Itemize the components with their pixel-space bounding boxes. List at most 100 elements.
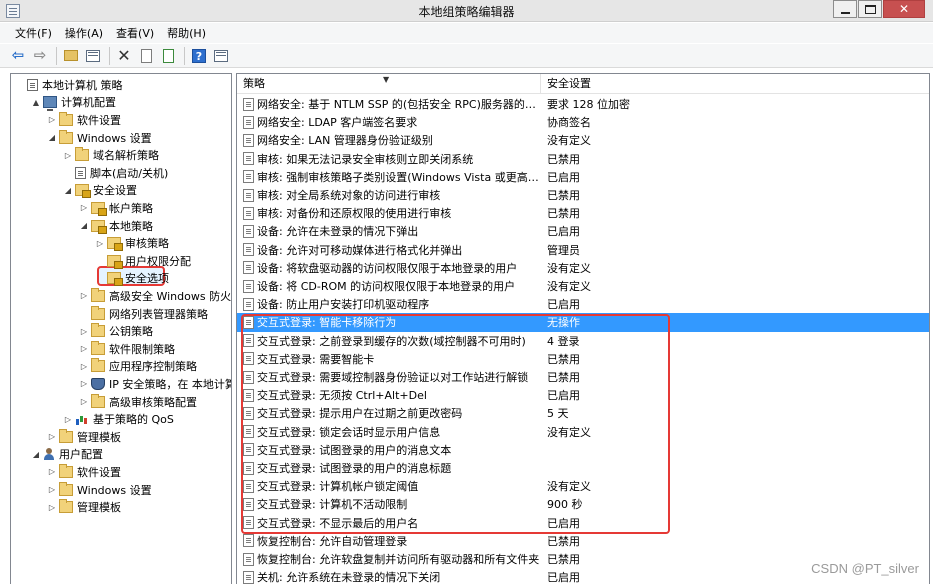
expand-toggle-icon[interactable]: ▷ [47, 503, 57, 512]
menu-action[interactable]: 操作(A) [60, 25, 111, 41]
tree-computer-config[interactable]: ▲ 计算机配置 [31, 94, 116, 112]
view-button[interactable] [211, 46, 231, 66]
tree-scripts[interactable]: 脚本(启动/关机) [63, 164, 168, 182]
tree-software-restriction[interactable]: ▷ 软件限制策略 [79, 340, 175, 358]
tree-qos[interactable]: ▷ 基于策略的 QoS [63, 410, 174, 428]
expand-toggle-icon[interactable]: ▷ [47, 467, 57, 476]
help-button[interactable]: ? [189, 46, 209, 66]
tree-name-resolution-policy[interactable]: ▷ 域名解析策略 [63, 146, 159, 164]
tree-local-policies[interactable]: ◢ 本地策略 [79, 217, 153, 235]
policy-name: 交互式登录: 试图登录的用户的消息标题 [257, 462, 452, 476]
menu-help[interactable]: 帮助(H) [162, 25, 214, 41]
policy-row[interactable]: 设备: 允许在未登录的情况下弹出 已启用 [237, 222, 929, 240]
expand-toggle-icon[interactable]: ▷ [47, 115, 57, 124]
tree-windows-settings[interactable]: ◢ Windows 设置 [47, 129, 152, 147]
tree-user-software[interactable]: ▷ 软件设置 [47, 463, 121, 481]
policy-row[interactable]: 交互式登录: 锁定会话时显示用户信息 没有定义 [237, 423, 929, 441]
policy-row[interactable]: 交互式登录: 需要智能卡 已禁用 [237, 350, 929, 368]
tree-security-options[interactable]: 安全选项 [95, 270, 169, 288]
expand-toggle-icon[interactable]: ▷ [63, 415, 73, 424]
menu-file[interactable]: 文件(F) [10, 25, 60, 41]
tree-firewall[interactable]: ▷ 高级安全 Windows 防火墙 [79, 287, 231, 305]
policy-icon [243, 170, 254, 184]
properties-button[interactable] [136, 46, 156, 66]
navigation-tree[interactable]: 本地计算机 策略 ▲ 计算机配置 ▷ 软件设置 ◢ Windows 设置 ▷ 域名解析策略 脚本(… [10, 73, 232, 584]
expand-toggle-icon[interactable]: ▷ [79, 362, 89, 371]
tree-software-settings[interactable]: ▷ 软件设置 [47, 111, 121, 129]
policy-name: 交互式登录: 需要域控制器身份验证以对工作站进行解锁 [257, 371, 529, 385]
expand-toggle-icon[interactable]: ◢ [79, 221, 89, 230]
up-folder-button[interactable] [61, 46, 81, 66]
policy-row[interactable]: 交互式登录: 无须按 Ctrl+Alt+Del 已启用 [237, 386, 929, 404]
policy-row[interactable]: 交互式登录: 提示用户在过期之前更改密码 5 天 [237, 404, 929, 422]
expand-toggle-icon[interactable]: ◢ [31, 450, 41, 459]
column-header-setting[interactable]: 安全设置 [541, 74, 929, 94]
expand-toggle-icon[interactable]: ▷ [63, 151, 73, 160]
policy-row[interactable]: 审核: 强制审核策略子类别设置(Windows Vista 或更高版本... 已启… [237, 168, 929, 186]
tree-item-label: 审核策略 [125, 237, 169, 251]
tree-security-settings[interactable]: ◢ 安全设置 [63, 182, 137, 200]
expand-toggle-icon[interactable]: ▷ [79, 397, 89, 406]
policy-row[interactable]: 审核: 如果无法记录安全审核则立即关闭系统 已禁用 [237, 150, 929, 168]
tree-user-config[interactable]: ◢ 用户配置 [31, 446, 103, 464]
expand-toggle-icon[interactable]: ▷ [79, 327, 89, 336]
policy-row[interactable]: 恢复控制台: 允许自动管理登录 已禁用 [237, 532, 929, 550]
back-button[interactable]: ⇦ [8, 46, 28, 66]
tree-public-key[interactable]: ▷ 公钥策略 [79, 322, 153, 340]
policy-list[interactable]: 策略 ▼ 安全设置 网络安全: 基于 NTLM SSP 的(包括安全 RPC)服… [236, 73, 930, 584]
tree-item-label: 网络列表管理器策略 [109, 307, 208, 321]
tree-user-admin-templates[interactable]: ▷ 管理模板 [47, 498, 121, 516]
policy-row[interactable]: 交互式登录: 需要域控制器身份验证以对工作站进行解锁 已禁用 [237, 368, 929, 386]
tree-audit-policy[interactable]: ▷ 审核策略 [95, 234, 169, 252]
tree-network-list[interactable]: 网络列表管理器策略 [79, 305, 208, 323]
tree-user-windows[interactable]: ▷ Windows 设置 [47, 481, 152, 499]
expand-toggle-icon[interactable]: ▷ [79, 291, 89, 300]
policy-row[interactable]: 交互式登录: 之前登录到缓存的次数(域控制器不可用时) 4 登录 [237, 332, 929, 350]
expand-toggle-icon[interactable]: ▷ [47, 485, 57, 494]
close-button[interactable]: ✕ [883, 0, 925, 18]
policy-setting: 没有定义 [547, 134, 591, 148]
policy-row[interactable]: 网络安全: LAN 管理器身份验证级别 没有定义 [237, 131, 929, 149]
tree-admin-templates[interactable]: ▷ 管理模板 [47, 428, 121, 446]
policy-row[interactable]: 设备: 将软盘驱动器的访问权限仅限于本地登录的用户 没有定义 [237, 259, 929, 277]
tree-app-control[interactable]: ▷ 应用程序控制策略 [79, 358, 197, 376]
policy-row[interactable]: 交互式登录: 智能卡移除行为 无操作 [237, 313, 929, 332]
tree-ip-security[interactable]: ▷ IP 安全策略，在 本地计算机 [79, 375, 231, 393]
expand-toggle-icon[interactable]: ▷ [79, 203, 89, 212]
tree-account-policies[interactable]: ▷ 帐户策略 [79, 199, 153, 217]
column-header-policy[interactable]: 策略 ▼ [237, 74, 541, 94]
policy-row[interactable]: 交互式登录: 试图登录的用户的消息标题 [237, 459, 929, 477]
policy-row[interactable]: 审核: 对全局系统对象的访问进行审核 已禁用 [237, 186, 929, 204]
tree-local-computer-policy[interactable]: 本地计算机 策略 [15, 76, 123, 94]
policy-row[interactable]: 交互式登录: 不显示最后的用户名 已启用 [237, 514, 929, 532]
show-hide-tree-button[interactable] [83, 46, 103, 66]
expand-toggle-icon[interactable]: ▷ [47, 432, 57, 441]
policy-row[interactable]: 网络安全: 基于 NTLM SSP 的(包括安全 RPC)服务器的最小... 要求… [237, 95, 929, 113]
policy-row[interactable]: 设备: 将 CD-ROM 的访问权限仅限于本地登录的用户 没有定义 [237, 277, 929, 295]
policy-row[interactable]: 网络安全: LDAP 客户端签名要求 协商签名 [237, 113, 929, 131]
delete-button[interactable]: ✕ [114, 46, 134, 66]
policy-row[interactable]: 交互式登录: 试图登录的用户的消息文本 [237, 441, 929, 459]
policy-row[interactable]: 交互式登录: 计算机不活动限制 900 秒 [237, 495, 929, 513]
expand-toggle-icon[interactable]: ▷ [95, 239, 105, 248]
menu-view[interactable]: 查看(V) [111, 25, 162, 41]
expand-toggle-icon[interactable]: ▷ [79, 344, 89, 353]
delete-icon: ✕ [117, 46, 131, 65]
policy-row[interactable]: 设备: 防止用户安装打印机驱动程序 已启用 [237, 295, 929, 313]
policy-row[interactable]: 审核: 对备份和还原权限的使用进行审核 已禁用 [237, 204, 929, 222]
expand-toggle-icon[interactable]: ◢ [47, 133, 57, 142]
maximize-button[interactable] [858, 0, 882, 18]
expand-toggle-icon[interactable]: ▷ [79, 379, 89, 388]
export-button[interactable] [158, 46, 178, 66]
expand-toggle-icon[interactable]: ◢ [63, 186, 73, 195]
tree-user-rights[interactable]: 用户权限分配 [95, 252, 191, 270]
tree-advanced-audit[interactable]: ▷ 高级审核策略配置 [79, 393, 197, 411]
forward-button[interactable]: ⇨ [30, 46, 50, 66]
minimize-button[interactable] [833, 0, 857, 18]
policy-icon [243, 443, 254, 457]
policy-row[interactable]: 交互式登录: 计算机帐户锁定阈值 没有定义 [237, 477, 929, 495]
expand-toggle-icon[interactable]: ▲ [31, 98, 41, 107]
policy-name: 审核: 强制审核策略子类别设置(Windows Vista 或更高版本... [257, 170, 541, 184]
policy-row[interactable]: 设备: 允许对可移动媒体进行格式化并弹出 管理员 [237, 241, 929, 259]
policy-setting: 已启用 [547, 389, 580, 403]
